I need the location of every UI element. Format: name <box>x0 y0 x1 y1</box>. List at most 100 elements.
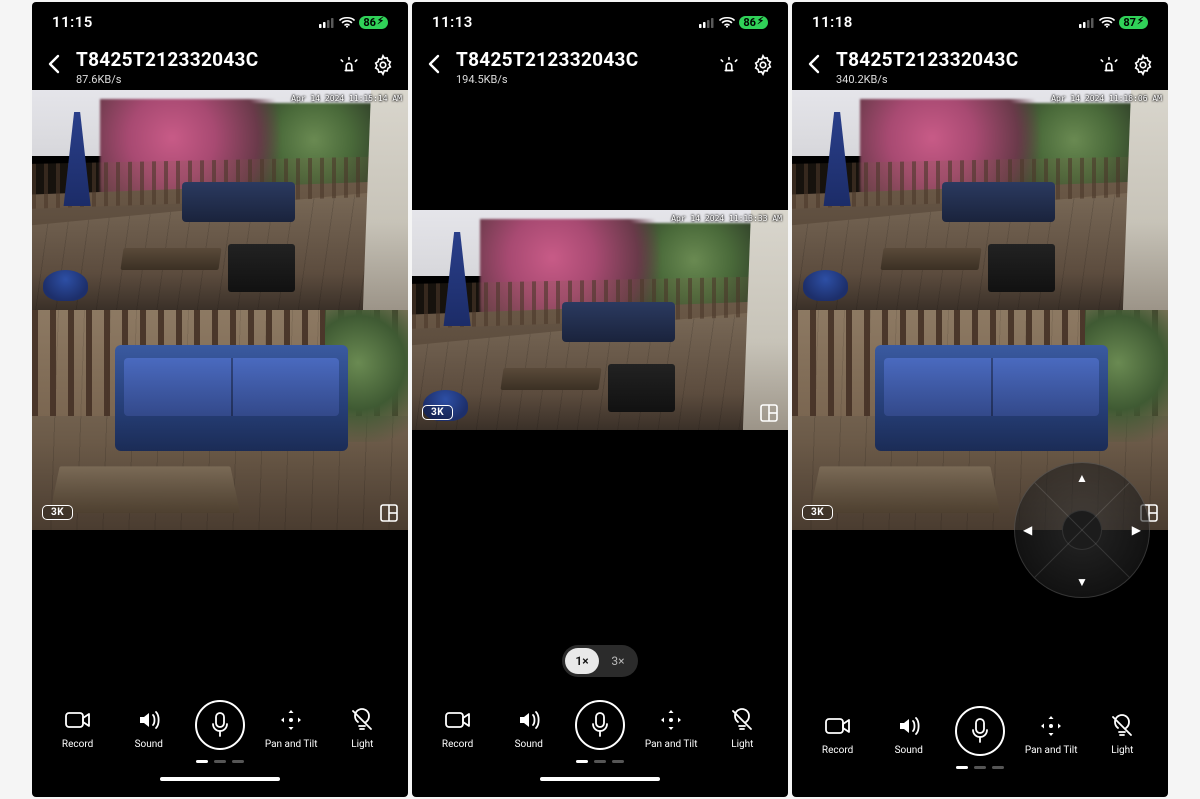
pan-tilt-button[interactable]: Pan and Tilt <box>641 705 701 750</box>
microphone-icon <box>195 700 245 750</box>
resolution-badge[interactable]: 3K <box>802 505 833 520</box>
bitrate-label: 87.6KB/s <box>76 73 328 86</box>
alarm-icon[interactable] <box>716 52 742 78</box>
home-indicator[interactable] <box>540 777 660 781</box>
wifi-icon <box>1099 16 1115 28</box>
pan-tilt-icon <box>276 705 306 735</box>
record-icon <box>823 711 853 741</box>
bitrate-label: 194.5KB/s <box>456 73 708 86</box>
microphone-icon <box>575 700 625 750</box>
sound-icon <box>134 705 164 735</box>
battery-indicator: 87⚡︎ <box>1119 16 1148 29</box>
cellular-icon <box>319 17 335 28</box>
header: T8425T212332043C 340.2KB/s <box>792 42 1168 90</box>
home-indicator[interactable] <box>160 777 280 781</box>
battery-indicator: 86⚡︎ <box>739 16 768 29</box>
layout-toggle-icon[interactable] <box>760 404 778 422</box>
device-title: T8425T212332043C <box>456 48 708 71</box>
video-area: Apr 14 2024 11:18:06 AM 3K ▲ ▼ ◀ <box>792 90 1168 530</box>
record-icon <box>443 705 473 735</box>
zoom-selector[interactable]: 1× 3× <box>562 645 638 677</box>
layout-toggle-icon[interactable] <box>380 504 398 522</box>
resolution-badge[interactable]: 3K <box>42 505 73 520</box>
bottom-controls: Record Sound Pan and Tilt Light <box>32 690 408 797</box>
page-indicator[interactable] <box>956 766 1004 769</box>
talk-button[interactable] <box>950 706 1010 756</box>
settings-icon[interactable] <box>750 52 776 78</box>
sound-button[interactable]: Sound <box>499 705 559 750</box>
sound-icon <box>514 705 544 735</box>
status-time: 11:18 <box>812 13 853 31</box>
alarm-icon[interactable] <box>336 52 362 78</box>
wifi-icon <box>339 16 355 28</box>
charging-icon: ⚡︎ <box>1137 17 1144 27</box>
header: T8425T212332043C 194.5KB/s <box>412 42 788 90</box>
ptz-down[interactable]: ▼ <box>1076 575 1088 589</box>
back-button[interactable] <box>420 50 448 78</box>
light-off-icon <box>727 705 757 735</box>
page-indicator[interactable] <box>576 760 624 763</box>
ptz-left[interactable]: ◀ <box>1023 523 1032 537</box>
light-button[interactable]: Light <box>1092 711 1152 756</box>
page-indicator[interactable] <box>196 760 244 763</box>
device-title: T8425T212332043C <box>76 48 328 71</box>
talk-button[interactable] <box>570 700 630 750</box>
alarm-icon[interactable] <box>1096 52 1122 78</box>
ptz-dial[interactable]: ▲ ▼ ◀ ▶ <box>1014 462 1150 598</box>
status-indicators: 86⚡︎ <box>319 16 388 29</box>
screenshot-1: 11:15 86⚡︎ T8425T212332043C 87.6KB/s <box>32 2 408 797</box>
record-button[interactable]: Record <box>48 705 108 750</box>
bitrate-label: 340.2KB/s <box>836 73 1088 86</box>
status-bar: 11:15 86⚡︎ <box>32 2 408 42</box>
camera-feed-wide[interactable]: Apr 14 2024 11:15:14 AM <box>32 90 408 310</box>
status-indicators: 86⚡︎ <box>699 16 768 29</box>
bottom-controls: Record Sound Pan and Tilt Light <box>412 690 788 797</box>
camera-feed-wide[interactable]: Apr 14 2024 11:13:33 AM 3K <box>412 210 788 430</box>
zoom-3x[interactable]: 3× <box>601 648 635 674</box>
battery-indicator: 86⚡︎ <box>359 16 388 29</box>
cellular-icon <box>1079 17 1095 28</box>
camera-feed-wide[interactable]: Apr 14 2024 11:18:06 AM <box>792 90 1168 310</box>
bottom-controls: Record Sound Pan and Tilt Light <box>792 696 1168 797</box>
charging-icon: ⚡︎ <box>757 17 764 27</box>
settings-icon[interactable] <box>370 52 396 78</box>
feed-timestamp: Apr 14 2024 11:15:14 AM <box>291 94 402 103</box>
feed-timestamp: Apr 14 2024 11:18:06 AM <box>1051 94 1162 103</box>
charging-icon: ⚡︎ <box>377 17 384 27</box>
light-button[interactable]: Light <box>712 705 772 750</box>
resolution-badge[interactable]: 3K <box>422 405 453 420</box>
ptz-right[interactable]: ▶ <box>1132 523 1141 537</box>
settings-icon[interactable] <box>1130 52 1156 78</box>
back-button[interactable] <box>800 50 828 78</box>
pan-tilt-button[interactable]: Pan and Tilt <box>1021 711 1081 756</box>
status-bar: 11:13 86⚡︎ <box>412 2 788 42</box>
header: T8425T212332043C 87.6KB/s <box>32 42 408 90</box>
feed-timestamp: Apr 14 2024 11:13:33 AM <box>671 214 782 223</box>
light-off-icon <box>1107 711 1137 741</box>
camera-feed-tele[interactable]: 3K <box>32 310 408 530</box>
status-time: 11:13 <box>432 13 473 31</box>
light-off-icon <box>347 705 377 735</box>
pan-tilt-icon <box>1036 711 1066 741</box>
talk-button[interactable] <box>190 700 250 750</box>
ptz-up[interactable]: ▲ <box>1076 471 1088 485</box>
record-icon <box>63 705 93 735</box>
pan-tilt-icon <box>656 705 686 735</box>
status-bar: 11:18 87⚡︎ <box>792 2 1168 42</box>
screenshot-3: 11:18 87⚡︎ T8425T212332043C 340.2KB/s <box>792 2 1168 797</box>
sound-icon <box>894 711 924 741</box>
zoom-1x[interactable]: 1× <box>565 648 599 674</box>
video-area: Apr 14 2024 11:15:14 AM 3K <box>32 90 408 530</box>
status-time: 11:15 <box>52 13 93 31</box>
pan-tilt-button[interactable]: Pan and Tilt <box>261 705 321 750</box>
wifi-icon <box>719 16 735 28</box>
status-indicators: 87⚡︎ <box>1079 16 1148 29</box>
light-button[interactable]: Light <box>332 705 392 750</box>
record-button[interactable]: Record <box>428 705 488 750</box>
microphone-icon <box>955 706 1005 756</box>
sound-button[interactable]: Sound <box>119 705 179 750</box>
record-button[interactable]: Record <box>808 711 868 756</box>
sound-button[interactable]: Sound <box>879 711 939 756</box>
cellular-icon <box>699 17 715 28</box>
back-button[interactable] <box>40 50 68 78</box>
